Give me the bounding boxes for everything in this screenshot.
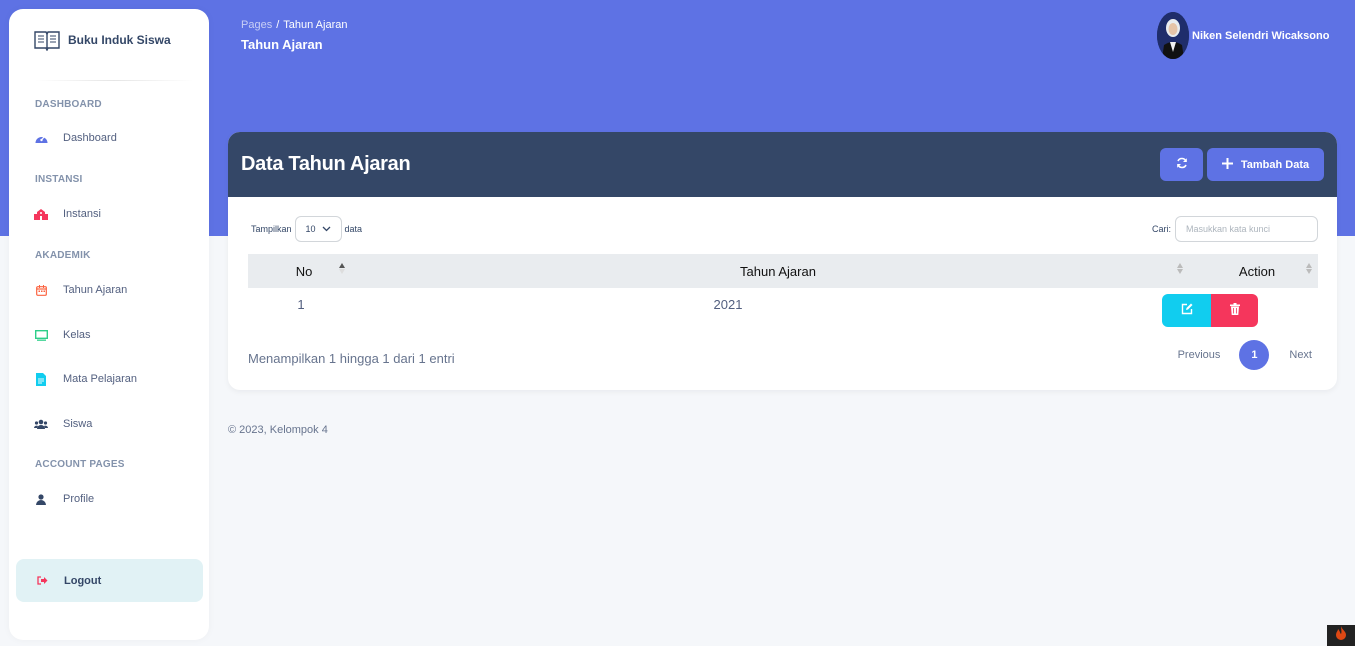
column-header-label: Action (1238, 263, 1276, 279)
school-icon (34, 207, 48, 221)
section-title-dashboard: DASHBOARD (35, 99, 102, 110)
edit-button[interactable] (1162, 294, 1211, 327)
table-header: No Tahun Ajaran Action (248, 254, 1318, 288)
calendar-icon (34, 283, 48, 297)
sidebar-item-profile[interactable]: Profile (34, 487, 194, 511)
user-name: Niken Selendri Wicaksono (1192, 29, 1330, 42)
sidebar-item-label: Siswa (63, 418, 93, 430)
search-input[interactable] (1175, 216, 1318, 242)
book-icon (34, 29, 60, 51)
avatar (1157, 12, 1189, 59)
sidebar-item-instansi[interactable]: Instansi (34, 202, 194, 226)
logout-button[interactable]: Logout (16, 559, 203, 602)
brand[interactable]: Buku Induk Siswa (34, 29, 171, 51)
table-info: Menampilkan 1 hingga 1 dari 1 entri (248, 351, 455, 366)
breadcrumb: Pages / Tahun Ajaran (241, 19, 347, 31)
sidebar-item-mata-pelajaran[interactable]: Mata Pelajaran (34, 367, 194, 391)
previous-page-button[interactable]: Previous (1178, 349, 1221, 361)
users-icon (34, 417, 48, 431)
edit-icon (1181, 303, 1193, 318)
add-data-button[interactable]: Tambah Data (1207, 148, 1324, 181)
sidebar-item-dashboard[interactable]: Dashboard (34, 126, 194, 150)
codeigniter-toolbar-toggle[interactable] (1327, 625, 1355, 646)
footer-copyright: © 2023, Kelompok 4 (228, 424, 328, 436)
breadcrumb-current: Tahun Ajaran (283, 19, 348, 31)
column-header-no[interactable]: No (248, 254, 360, 288)
sidebar-item-tahun-ajaran[interactable]: Tahun Ajaran (34, 278, 194, 302)
search-control: Cari: (1152, 216, 1318, 242)
section-title-instansi: INSTANSI (35, 174, 83, 185)
section-title-akademik: AKADEMIK (35, 250, 91, 261)
cell-action (1102, 288, 1318, 328)
table-controls: Tampilkan 10 data Cari: (228, 216, 1337, 244)
palette-icon (34, 131, 48, 145)
page-length-suffix: data (344, 224, 363, 234)
header-actions: Tambah Data (1160, 148, 1324, 181)
data-card: Data Tahun Ajaran Tambah Data Tampilkan … (228, 132, 1337, 390)
search-label: Cari: (1151, 224, 1171, 234)
sidebar: Buku Induk Siswa DASHBOARD Dashboard INS… (9, 9, 209, 640)
sidebar-item-kelas[interactable]: Kelas (34, 323, 194, 347)
column-header-label: Tahun Ajaran (740, 263, 816, 279)
sort-icon (339, 263, 345, 274)
cell-no: 1 (297, 297, 305, 312)
breadcrumb-root[interactable]: Pages (241, 19, 272, 31)
pagination: Previous 1 Next (1178, 340, 1312, 370)
user-menu[interactable]: Niken Selendri Wicaksono (1157, 12, 1329, 59)
page-length-value: 10 (305, 224, 316, 234)
sidebar-item-label: Profile (63, 493, 95, 505)
column-header-action[interactable]: Action (1196, 254, 1318, 288)
logout-label: Logout (64, 574, 102, 587)
divider (34, 80, 194, 81)
user-icon (34, 492, 48, 506)
refresh-button[interactable] (1160, 148, 1203, 181)
page-length-select[interactable]: 10 (294, 216, 342, 242)
sidebar-item-label: Dashboard (63, 132, 117, 144)
document-icon (34, 372, 48, 386)
card-title: Data Tahun Ajaran (241, 153, 411, 175)
column-header-tahun-ajaran[interactable]: Tahun Ajaran (360, 254, 1196, 288)
trash-icon (1229, 303, 1240, 318)
page-length-prefix: Tampilkan (251, 224, 292, 234)
sidebar-item-label: Kelas (63, 329, 91, 341)
monitor-icon (34, 328, 48, 342)
sidebar-item-label: Instansi (63, 208, 101, 220)
card-header: Data Tahun Ajaran Tambah Data (228, 132, 1337, 197)
section-title-account-pages: ACCOUNT PAGES (35, 459, 125, 470)
chevron-down-icon (322, 224, 331, 234)
sidebar-item-siswa[interactable]: Siswa (34, 412, 194, 436)
add-data-label: Tambah Data (1240, 158, 1310, 171)
sidebar-item-label: Mata Pelajaran (63, 373, 137, 385)
refresh-icon (1176, 157, 1188, 172)
data-table: No Tahun Ajaran Action 1 2021 (248, 254, 1318, 328)
plus-icon (1221, 157, 1233, 172)
delete-button[interactable] (1211, 294, 1258, 327)
logout-icon (35, 574, 49, 588)
breadcrumb-separator: / (276, 19, 280, 31)
sort-icon (1306, 263, 1312, 274)
page-length-control: Tampilkan 10 data (251, 216, 362, 242)
cell-tahun-ajaran: 2021 (713, 297, 743, 312)
next-page-button[interactable]: Next (1289, 349, 1312, 361)
sort-icon (1177, 263, 1183, 274)
table-row: 1 2021 (248, 288, 1318, 328)
brand-name: Buku Induk Siswa (68, 33, 171, 47)
flame-icon (1335, 626, 1347, 645)
column-header-label: No (295, 263, 313, 279)
row-actions (1162, 294, 1258, 328)
page-title: Tahun Ajaran (241, 37, 323, 52)
page-button-current[interactable]: 1 (1239, 340, 1270, 370)
sidebar-item-label: Tahun Ajaran (63, 284, 128, 296)
